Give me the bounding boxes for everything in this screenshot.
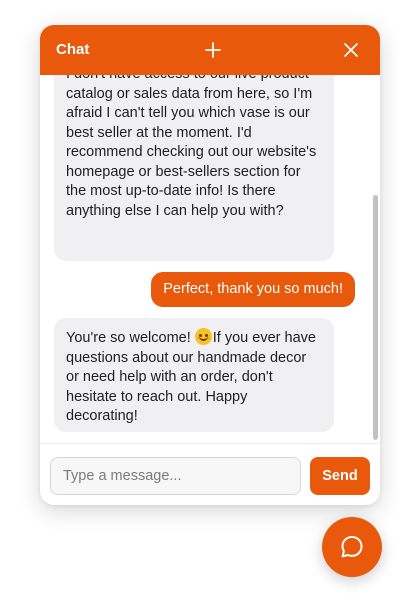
- scrollbar-thumb[interactable]: [373, 195, 378, 440]
- chat-bubble-icon: [341, 536, 363, 558]
- message-text: You're so welcome!: [66, 330, 195, 346]
- assistant-message: I don't have access to our live product …: [54, 75, 334, 261]
- smiling-face-emoji-icon: [194, 328, 212, 345]
- message-input[interactable]: [50, 457, 301, 495]
- message-text: I don't have access to our live product …: [66, 75, 317, 219]
- plus-icon: [205, 42, 221, 58]
- assistant-message: You're so welcome! If you ever have ques…: [54, 318, 334, 432]
- close-icon: [344, 43, 358, 57]
- new-chat-button[interactable]: [201, 38, 225, 62]
- composer: Send: [40, 443, 380, 505]
- chat-widget: Chat I don't have access to our live pro…: [40, 25, 380, 505]
- user-message: Perfect, thank you so much!: [151, 272, 355, 307]
- chat-launcher-button[interactable]: [322, 517, 382, 577]
- message-list[interactable]: I don't have access to our live product …: [40, 75, 380, 468]
- chat-header: Chat: [40, 25, 380, 75]
- close-button[interactable]: [339, 38, 363, 62]
- page: Chat I don't have access to our live pro…: [0, 0, 400, 595]
- message-text: Perfect, thank you so much!: [163, 281, 343, 297]
- chat-title: Chat: [56, 41, 90, 58]
- send-button[interactable]: Send: [310, 457, 370, 495]
